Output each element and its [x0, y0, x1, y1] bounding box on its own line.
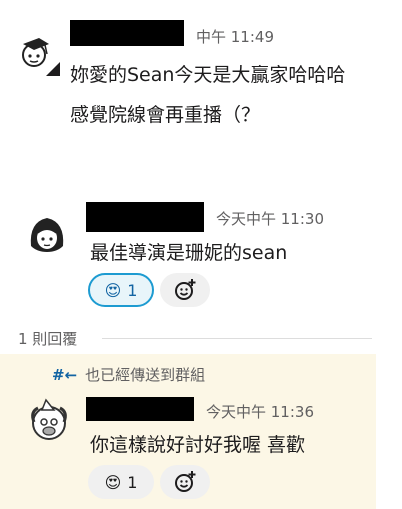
shared-to-channel-icon: #←	[52, 366, 78, 384]
add-reaction-icon	[175, 279, 196, 300]
add-reaction-icon	[175, 471, 196, 492]
shared-to-channel-label: 也已經傳送到群組	[85, 366, 206, 384]
avatar[interactable]	[23, 210, 71, 258]
message-text: 妳愛的Sean今天是大贏家哈哈哈	[70, 64, 346, 86]
message-text: 感覺院線會再重播（？	[70, 104, 261, 126]
message-timestamp[interactable]: 今天中午 11:36	[206, 401, 314, 422]
message-text: 你這樣說好討好我喔 喜歡	[90, 434, 306, 456]
thread-reply-count[interactable]: 1 則回覆	[18, 328, 77, 349]
redacted-name	[86, 202, 204, 232]
redacted-name	[86, 397, 194, 421]
reaction-count: 1	[127, 472, 138, 492]
reaction-heart-eyes[interactable]: 😍 1	[88, 273, 154, 307]
emoji-heart-eyes-icon: 😍	[104, 472, 122, 492]
add-reaction-button[interactable]	[160, 465, 210, 499]
avatar[interactable]	[24, 396, 74, 446]
message-text: 最佳導演是珊妮的sean	[90, 242, 288, 264]
avatar-party-icon	[31, 398, 67, 440]
status-indicator	[46, 62, 60, 76]
redacted-name	[70, 20, 184, 46]
reaction-heart-eyes[interactable]: 😍 1	[88, 465, 154, 499]
reaction-count: 1	[127, 280, 138, 300]
avatar-girl-icon	[30, 218, 64, 252]
add-reaction-button[interactable]	[160, 273, 210, 307]
message-timestamp[interactable]: 中午 11:49	[196, 26, 274, 47]
shared-to-channel-note: #← 也已經傳送到群組	[52, 364, 205, 385]
emoji-heart-eyes-icon: 😍	[104, 280, 122, 300]
message-timestamp[interactable]: 今天中午 11:30	[216, 208, 324, 229]
divider	[102, 338, 372, 339]
